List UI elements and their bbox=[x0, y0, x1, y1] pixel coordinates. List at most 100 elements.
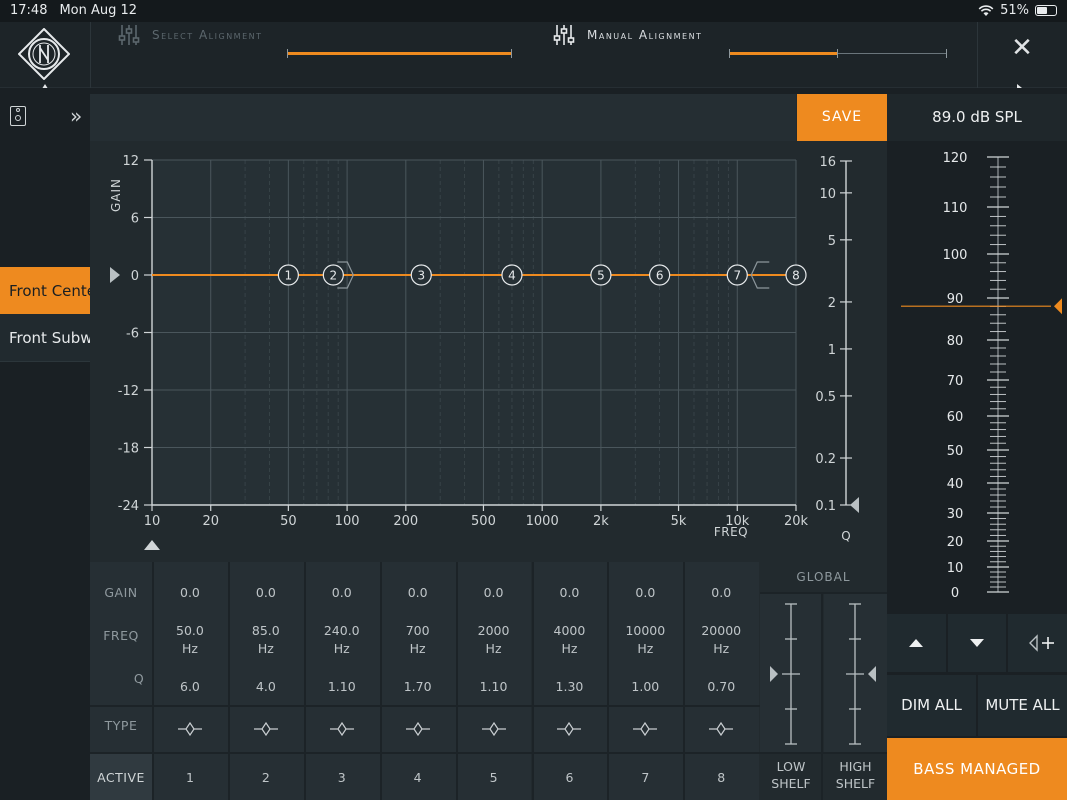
band-q-value[interactable]: 1.30 bbox=[532, 679, 608, 694]
freq-tick-label: 200 bbox=[393, 514, 418, 529]
meter-label: 70 bbox=[947, 374, 964, 389]
eq-header-strip bbox=[90, 94, 796, 141]
dim-all-button[interactable]: DIM ALL bbox=[887, 675, 976, 736]
manual-progress-fill bbox=[729, 52, 838, 55]
peak-filter-icon[interactable] bbox=[405, 721, 430, 737]
meter-label: 110 bbox=[943, 201, 968, 216]
band-q-value[interactable]: 1.70 bbox=[380, 679, 456, 694]
triangle-down-icon bbox=[970, 639, 984, 647]
high-shelf-button[interactable]: HIGH SHELF bbox=[824, 758, 887, 792]
row-label-freq: FREQ bbox=[103, 628, 139, 643]
band-active-toggle[interactable]: 3 bbox=[304, 770, 380, 785]
select-alignment-tab[interactable]: Select Alignment bbox=[118, 20, 263, 50]
peak-filter-icon[interactable] bbox=[329, 721, 354, 737]
separator bbox=[977, 22, 978, 88]
speaker-item-front-subwoofer[interactable]: Front Subwoofer bbox=[0, 314, 90, 362]
band-freq-value[interactable]: 50.0 bbox=[152, 623, 228, 638]
band-freq-unit: Hz bbox=[485, 641, 502, 656]
status-time: 17:48 bbox=[10, 3, 48, 18]
meter-label: 10 bbox=[947, 561, 964, 576]
band-active-toggle[interactable]: 5 bbox=[456, 770, 532, 785]
band-gain-value[interactable]: 0.0 bbox=[607, 585, 683, 600]
eq-graph[interactable]: 1260-6-12-18-24GAIN10 20 50 100 200 500 1000 2k… bbox=[90, 141, 887, 561]
row-label-gain: GAIN bbox=[104, 585, 138, 600]
gain-tick-label: 0 bbox=[131, 269, 139, 284]
eq-node-label: 8 bbox=[792, 269, 800, 283]
save-button[interactable]: SAVE bbox=[797, 94, 887, 141]
separator bbox=[90, 22, 91, 88]
meter-level-handle[interactable] bbox=[1054, 298, 1062, 315]
band-freq-value[interactable]: 10000 bbox=[607, 623, 683, 638]
manual-alignment-tab[interactable]: Manual Alignment bbox=[553, 20, 702, 50]
band-active-toggle[interactable]: 1 bbox=[152, 770, 228, 785]
band-q-value[interactable]: 6.0 bbox=[152, 679, 228, 694]
select-alignment-label: Select Alignment bbox=[152, 28, 263, 42]
speaker-icon[interactable] bbox=[10, 106, 26, 126]
band-freq-value[interactable]: 240.0 bbox=[304, 623, 380, 638]
mute-all-button[interactable]: MUTE ALL bbox=[978, 675, 1067, 736]
select-progress-fill bbox=[287, 52, 512, 55]
band-q-value[interactable]: 1.00 bbox=[607, 679, 683, 694]
peak-filter-icon[interactable] bbox=[481, 721, 506, 737]
band-active-toggle[interactable]: 4 bbox=[380, 770, 456, 785]
global-label: GLOBAL bbox=[796, 570, 851, 584]
eq-node-label: 6 bbox=[656, 269, 664, 283]
band-freq-value[interactable]: 20000 bbox=[683, 623, 759, 638]
spl-meter[interactable]: 1201101009080706050403020100 bbox=[887, 141, 1067, 611]
add-marker-button[interactable] bbox=[1008, 614, 1067, 672]
band-q-value[interactable]: 0.70 bbox=[683, 679, 759, 694]
freq-handle[interactable] bbox=[144, 540, 160, 550]
bass-managed-button[interactable]: BASS MANAGED bbox=[887, 738, 1067, 800]
band-q-value[interactable]: 4.0 bbox=[228, 679, 304, 694]
band-q-value[interactable]: 1.10 bbox=[456, 679, 532, 694]
band-q-value[interactable]: 1.10 bbox=[304, 679, 380, 694]
band-gain-value[interactable]: 0.0 bbox=[228, 585, 304, 600]
peak-filter-icon[interactable] bbox=[709, 721, 734, 737]
band-gain-value[interactable]: 0.0 bbox=[152, 585, 228, 600]
meter-label: 80 bbox=[947, 334, 964, 349]
band-gain-value[interactable]: 0.0 bbox=[683, 585, 759, 600]
freq-tick-label: 50 bbox=[280, 514, 297, 529]
band-gain-value[interactable]: 0.0 bbox=[304, 585, 380, 600]
gain-axis-label: GAIN bbox=[109, 178, 123, 212]
eq-node-label: 5 bbox=[597, 269, 605, 283]
band-freq-value[interactable]: 4000 bbox=[532, 623, 608, 638]
band-gain-value[interactable]: 0.0 bbox=[380, 585, 456, 600]
freq-tick-label: 1000 bbox=[526, 514, 559, 529]
peak-filter-icon[interactable] bbox=[633, 721, 658, 737]
level-up-button[interactable] bbox=[887, 614, 946, 672]
band-freq-value[interactable]: 85.0 bbox=[228, 623, 304, 638]
gain-tick-label: -24 bbox=[118, 499, 139, 514]
band-active-toggle[interactable]: 7 bbox=[607, 770, 683, 785]
close-icon[interactable]: ✕ bbox=[1006, 33, 1038, 65]
meter-label: 20 bbox=[947, 535, 964, 550]
peak-filter-icon[interactable] bbox=[557, 721, 582, 737]
q-axis-label: Q bbox=[841, 529, 850, 543]
q-tick-label: 2 bbox=[828, 296, 836, 311]
chevrons-right-icon[interactable]: » bbox=[70, 104, 82, 128]
low-shelf-button[interactable]: LOW SHELF bbox=[760, 758, 822, 792]
meter-label: 120 bbox=[943, 151, 968, 166]
gain-handle[interactable] bbox=[110, 267, 120, 283]
band-active-toggle[interactable]: 8 bbox=[683, 770, 759, 785]
peak-filter-icon[interactable] bbox=[253, 721, 278, 737]
band-active-toggle[interactable]: 6 bbox=[532, 770, 608, 785]
peak-filter-icon[interactable] bbox=[177, 721, 202, 737]
band-freq-unit: Hz bbox=[333, 641, 350, 656]
eq-node-label: 7 bbox=[733, 269, 741, 283]
q-tick-label: 0.2 bbox=[815, 452, 836, 467]
table-row-divider bbox=[90, 705, 760, 707]
band-freq-value[interactable]: 2000 bbox=[456, 623, 532, 638]
band-gain-value[interactable]: 0.0 bbox=[532, 585, 608, 600]
band-gain-value[interactable]: 0.0 bbox=[456, 585, 532, 600]
speaker-item-front-center[interactable]: Front Center bbox=[0, 267, 90, 315]
band-freq-unit: Hz bbox=[561, 641, 578, 656]
q-tick-label: 5 bbox=[828, 234, 836, 249]
band-freq-unit: Hz bbox=[257, 641, 274, 656]
level-down-button[interactable] bbox=[948, 614, 1006, 672]
band-freq-value[interactable]: 700 bbox=[380, 623, 456, 638]
q-handle[interactable] bbox=[850, 497, 859, 513]
band-active-toggle[interactable]: 2 bbox=[228, 770, 304, 785]
q-tick-label: 0.5 bbox=[815, 390, 836, 405]
freq-tick-label: 20k bbox=[784, 514, 809, 529]
